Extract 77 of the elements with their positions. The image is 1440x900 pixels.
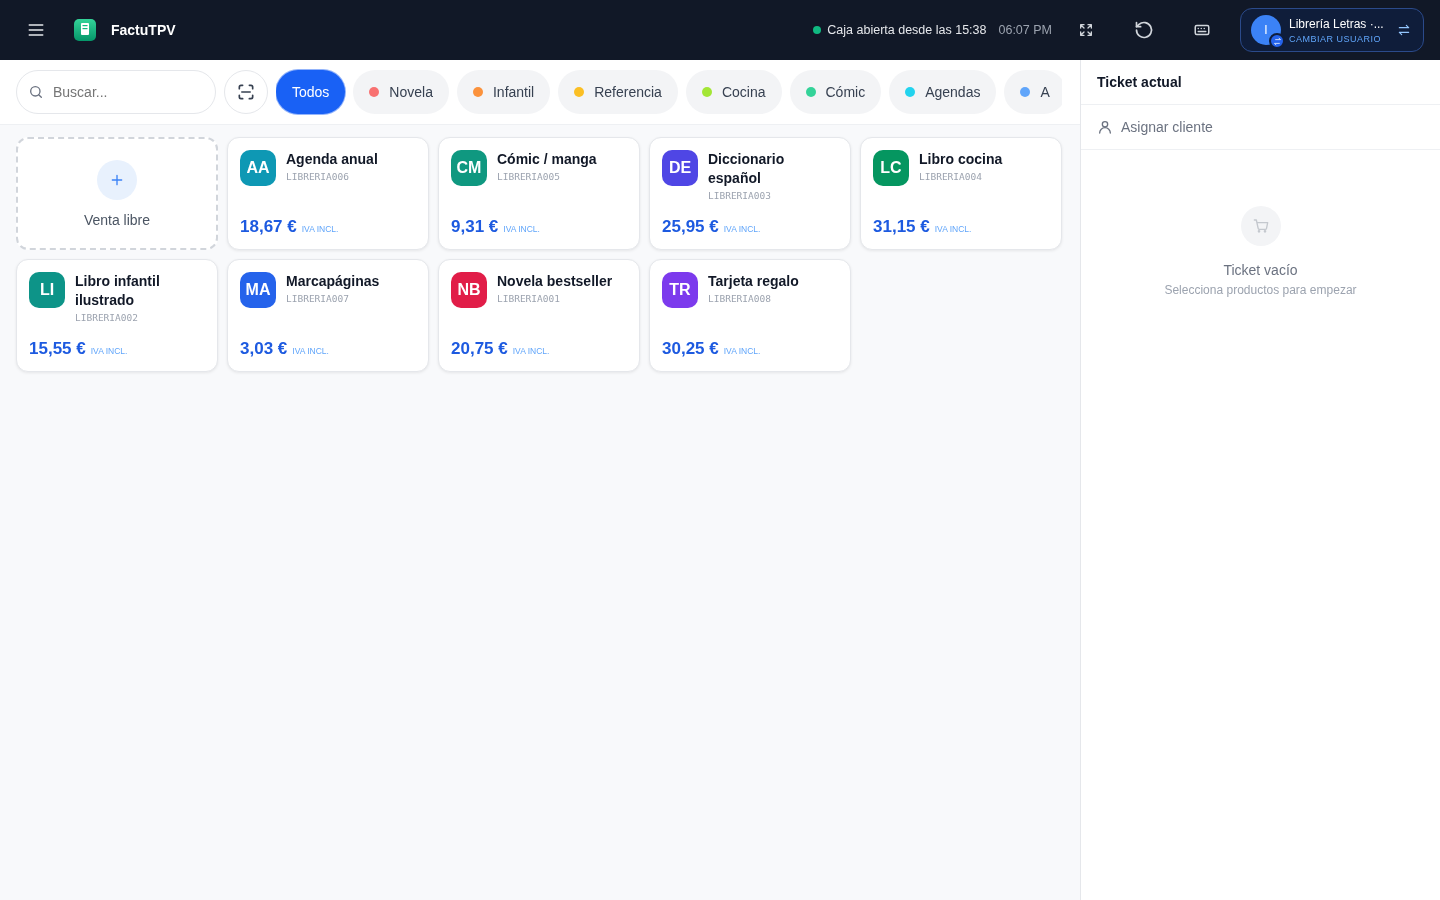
free-sale-card[interactable]: Venta libre (16, 137, 218, 250)
product-price: 20,75 € (451, 339, 508, 359)
product-initials: DE (662, 150, 698, 186)
user-icon (1097, 119, 1113, 135)
empty-ticket-title: Ticket vacío (1223, 262, 1298, 278)
product-card[interactable]: NB Novela bestseller LIBRERIA001 20,75 € IVA INCL. (438, 259, 640, 372)
avatar-initial: I (1264, 23, 1268, 37)
product-code: LIBRERIA003 (708, 190, 772, 201)
status-text: Caja abierta desde las 15:38 (827, 23, 987, 37)
status-dot (813, 26, 822, 34)
user-name: Librería Letras ·... (1289, 16, 1385, 31)
category-tab[interactable]: Novela (353, 70, 449, 114)
product-name: Cómic / manga (497, 150, 597, 169)
product-price: 18,67 € (240, 217, 297, 237)
product-price: 30,25 € (662, 339, 719, 359)
cart-icon (1252, 218, 1269, 234)
product-price: 3,03 € (240, 339, 288, 359)
category-tab[interactable]: A (1004, 70, 1062, 114)
product-initials: NB (451, 272, 487, 308)
product-card[interactable]: LC Libro cocina LIBRERIA004 31,15 € IVA INCL. (860, 137, 1062, 250)
clock-time: 06:07 PM (998, 23, 1052, 37)
product-code: LIBRERIA008 (708, 293, 772, 304)
product-code: LIBRERIA001 (497, 293, 561, 304)
category-tab[interactable]: Referencia (558, 70, 678, 114)
product-card[interactable]: AA Agenda anual LIBRERIA006 18,67 € IVA INCL. (227, 137, 429, 250)
search-field[interactable]: Buscar... (16, 70, 216, 114)
empty-ticket-hint: Selecciona productos para empezar (1164, 283, 1357, 297)
scan-button[interactable] (224, 70, 268, 114)
product-initials: MA (240, 272, 276, 308)
product-initials: TR (662, 272, 698, 308)
category-tab[interactable]: Todos (276, 70, 346, 114)
category-tab[interactable]: Agendas (889, 70, 997, 114)
scan-icon (236, 82, 256, 102)
change-user-label: CAMBIAR USUARIO (1289, 33, 1382, 44)
app-logo-icon (74, 19, 96, 41)
product-price: 15,55 € (29, 339, 86, 359)
product-initials: LC (873, 150, 909, 186)
product-code: LIBRERIA004 (919, 171, 983, 182)
product-card[interactable]: TR Tarjeta regalo LIBRERIA008 30,25 € IVA INCL. (649, 259, 851, 372)
swap-icon (1397, 23, 1411, 37)
tax-label: IVA INCL. (723, 346, 761, 356)
refresh-icon (1134, 20, 1154, 40)
tax-label: IVA INCL. (90, 346, 128, 356)
free-sale-label: Venta libre (83, 211, 151, 228)
product-card[interactable]: MA Marcapáginas LIBRERIA007 3,03 € IVA INCL. (227, 259, 429, 372)
product-price: 25,95 € (662, 217, 719, 237)
tax-label: IVA INCL. (512, 346, 550, 356)
product-card[interactable]: CM Cómic / manga LIBRERIA005 9,31 € IVA INCL. (438, 137, 640, 250)
tax-label: IVA INCL. (723, 224, 761, 234)
product-name: Libro infantil ilustrado (75, 272, 161, 310)
product-initials: CM (451, 150, 487, 186)
app-name: FactuTPV (111, 22, 176, 38)
product-price: 9,31 € (451, 217, 499, 237)
product-code: LIBRERIA002 (75, 312, 139, 323)
category-tab[interactable]: Cómic (789, 70, 882, 114)
product-code: LIBRERIA007 (286, 293, 350, 304)
product-name: Novela bestseller (497, 272, 613, 291)
product-name: Diccionario español (708, 150, 786, 188)
tax-label: IVA INCL. (301, 224, 339, 234)
product-initials: LI (29, 272, 65, 308)
tax-label: IVA INCL. (503, 224, 540, 234)
product-name: Tarjeta regalo (708, 272, 799, 291)
product-price: 31,15 € (873, 217, 930, 237)
product-name: Agenda anual (286, 150, 378, 169)
product-card[interactable]: DE Diccionario español LIBRERIA003 25,95 € IVA INCL. (649, 137, 851, 250)
product-code: LIBRERIA006 (286, 171, 350, 182)
product-card[interactable]: LI Libro infantil ilustrado LIBRERIA002 15,55 € IVA INCL. (16, 259, 218, 372)
category-tab[interactable]: Cocina (685, 70, 782, 114)
category-tab[interactable]: Infantil (456, 70, 551, 114)
product-code: LIBRERIA005 (497, 171, 561, 182)
product-name: Libro cocina (919, 150, 1003, 169)
fullscreen-icon (1078, 22, 1094, 38)
product-initials: AA (240, 150, 276, 186)
user-switch-button[interactable]: I Librería Letras ·... CAMBIAR USUARIO (1240, 8, 1424, 52)
tax-label: IVA INCL. (934, 224, 972, 234)
product-name: Marcapáginas (286, 272, 380, 291)
tax-label: IVA INCL. (292, 346, 329, 356)
